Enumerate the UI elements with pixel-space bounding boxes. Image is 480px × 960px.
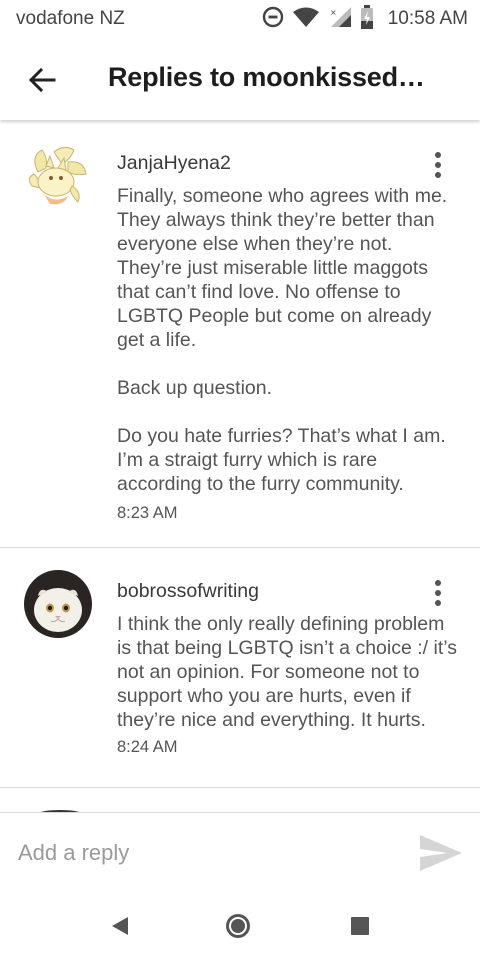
comment-timestamp: 8:23 AM — [117, 504, 178, 522]
avatar[interactable] — [24, 570, 92, 638]
reply-input[interactable] — [18, 833, 398, 873]
carrier-name: vodafone NZ — [16, 8, 125, 29]
system-nav-bar — [0, 892, 480, 960]
comment-item: JanjaHyena2 Finally, someone who agrees … — [0, 120, 480, 548]
nav-back-button[interactable] — [104, 910, 136, 942]
battery-charging-icon — [360, 4, 374, 34]
wifi-icon — [292, 6, 320, 33]
status-icons: × 10:58 AM — [262, 4, 468, 34]
page-title: Replies to moonkissed… — [108, 62, 425, 92]
svg-text:×: × — [330, 8, 337, 17]
back-button[interactable] — [22, 60, 62, 100]
more-options-button[interactable] — [426, 148, 450, 182]
more-vert-icon — [435, 152, 441, 158]
status-bar: vodafone NZ × 10:58 AM — [0, 0, 480, 38]
comment-text-paragraph: Back up question. — [117, 377, 273, 399]
send-icon — [420, 835, 462, 871]
comment-username[interactable]: JanjaHyena2 — [117, 152, 231, 175]
avatar[interactable] — [24, 142, 92, 210]
nav-recents-icon — [351, 917, 369, 935]
reply-bar — [0, 812, 480, 892]
send-button[interactable] — [418, 831, 464, 875]
nav-home-button[interactable] — [222, 910, 254, 942]
app-header: Replies to moonkissed… — [0, 38, 480, 120]
nav-back-icon — [112, 917, 128, 935]
comment-item: bobrossofwriting I think the only really… — [0, 548, 480, 788]
more-options-button[interactable] — [426, 576, 450, 610]
more-vert-icon — [435, 580, 441, 586]
signal-icon: × — [328, 6, 352, 33]
comment-body: I think the only really defining problem… — [117, 613, 457, 731]
comment-text-paragraph: Finally, someone who agrees with me. The… — [117, 185, 448, 351]
white-cat-avatar-icon — [24, 570, 92, 638]
comment-text-paragraph: Do you hate furries? That’s what I am. I… — [117, 425, 446, 495]
do-not-disturb-icon — [262, 6, 284, 33]
comment-body: Finally, someone who agrees with me. The… — [117, 184, 462, 496]
ninetales-avatar-icon — [24, 142, 92, 210]
comment-list[interactable]: JanjaHyena2 Finally, someone who agrees … — [0, 120, 480, 812]
nav-recents-button[interactable] — [344, 910, 376, 942]
comment-username[interactable]: bobrossofwriting — [117, 580, 259, 603]
nav-home-icon — [226, 914, 250, 938]
back-arrow-icon — [28, 67, 56, 93]
comment-timestamp: 8:24 AM — [117, 738, 178, 756]
status-time: 10:58 AM — [387, 8, 468, 29]
